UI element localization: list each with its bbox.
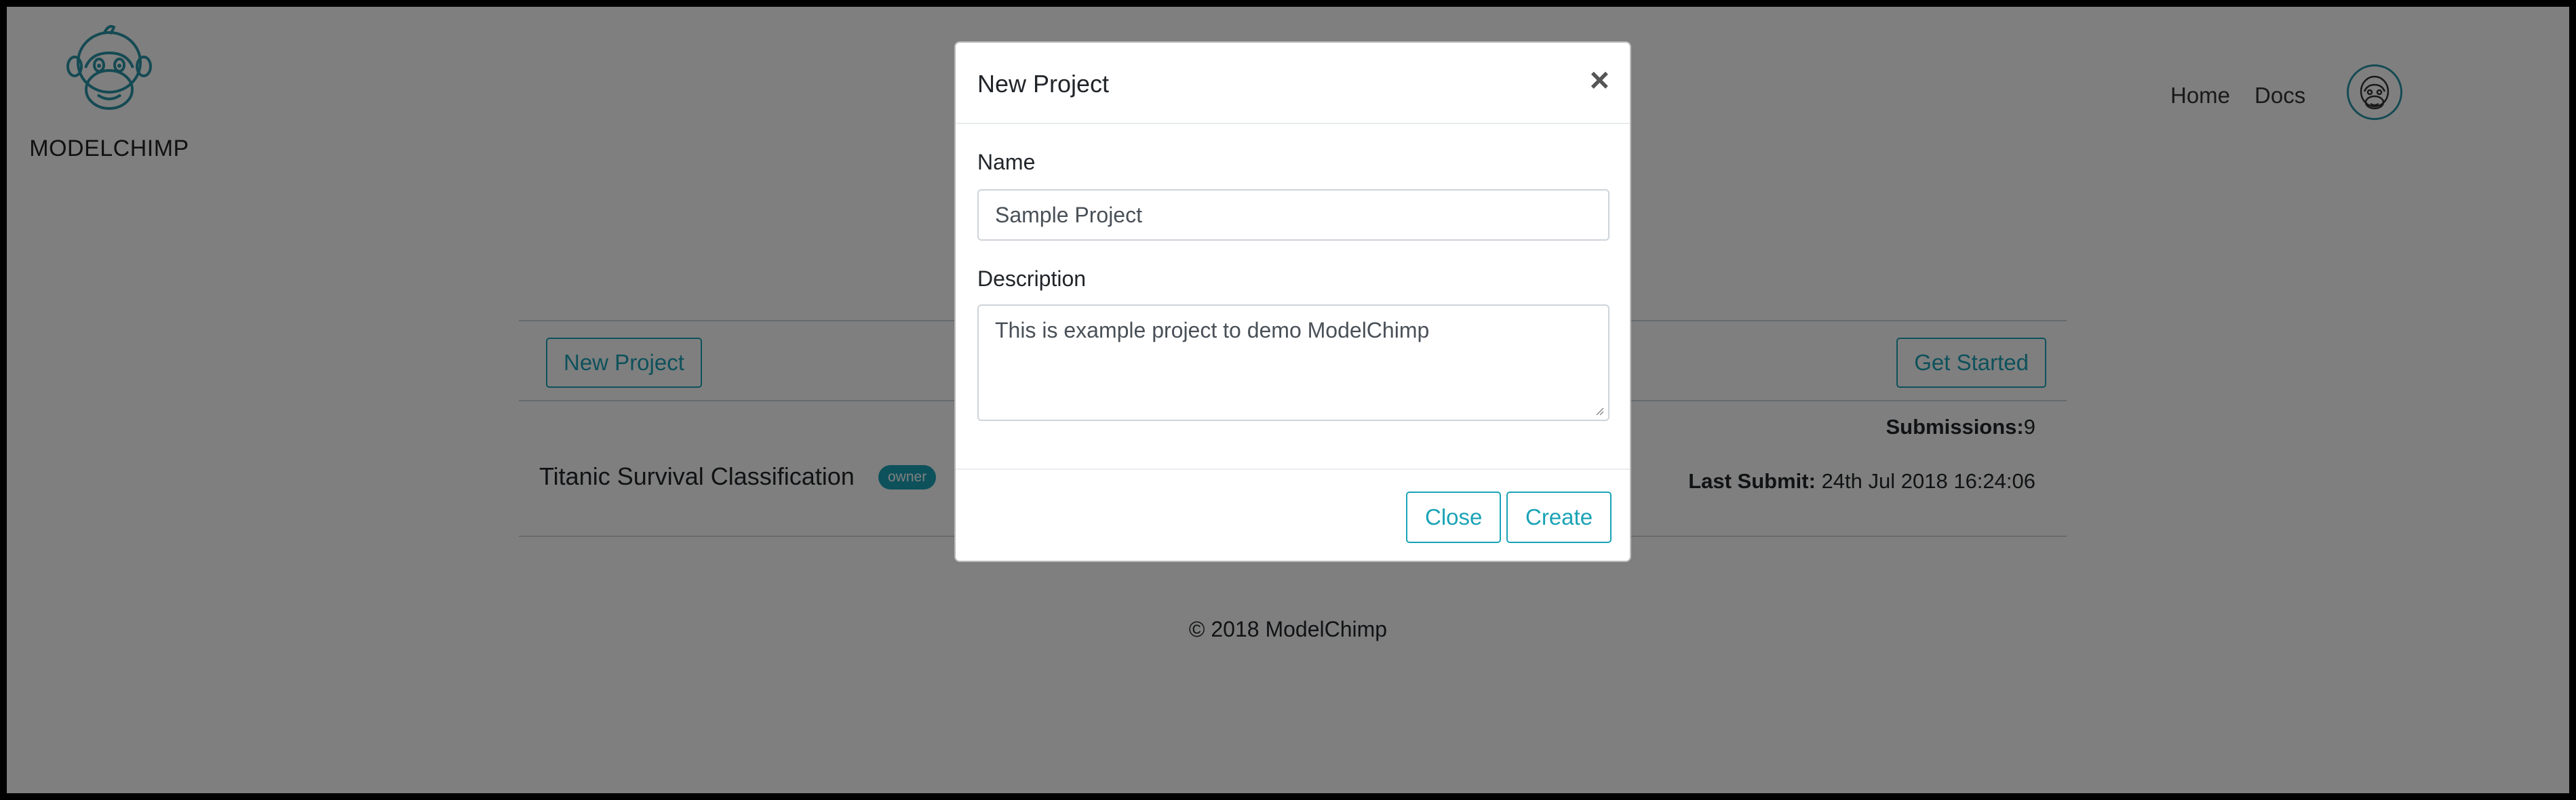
new-project-modal: New Project × Name Description This is e…	[954, 41, 1631, 562]
modal-header: New Project ×	[956, 43, 1630, 124]
close-icon[interactable]: ×	[1590, 63, 1609, 97]
description-textarea[interactable]: This is example project to demo ModelChi…	[977, 304, 1609, 421]
description-label: Description	[977, 266, 1087, 291]
app-window: MODELCHIMP Home Docs New Project Get Sta…	[7, 7, 2569, 793]
modal-title: New Project	[977, 70, 1110, 98]
close-button[interactable]: Close	[1406, 492, 1502, 543]
project-name-input[interactable]	[977, 189, 1609, 241]
modal-footer: Close Create	[956, 468, 1630, 561]
modal-body: Name Description This is example project…	[956, 124, 1630, 468]
name-label: Name	[977, 150, 1036, 174]
description-text: This is example project to demo ModelChi…	[995, 318, 1430, 342]
resize-handle-icon[interactable]	[1593, 405, 1604, 416]
create-button[interactable]: Create	[1506, 492, 1612, 543]
